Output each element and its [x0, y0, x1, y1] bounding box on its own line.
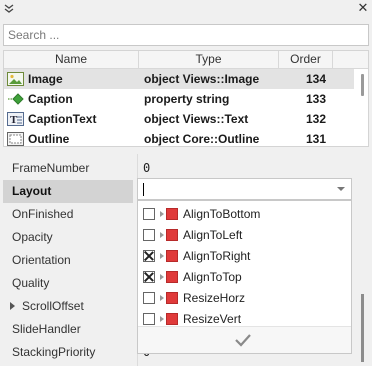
property-name: OnFinished [12, 207, 74, 221]
checkbox[interactable] [143, 250, 155, 262]
image-icon [7, 72, 24, 86]
row-type: object Views::Text [144, 112, 249, 126]
property-icon [8, 93, 24, 105]
flag-icon [166, 229, 178, 241]
table-row[interactable]: T CaptionText object Views::Text 132 [4, 109, 354, 129]
panel-toolbar: ✕ [0, 0, 372, 22]
search-field[interactable] [3, 24, 369, 46]
property-name: Quality [12, 276, 50, 290]
grid-header: Name Type Order [4, 51, 368, 69]
item-label: ResizeHorz [183, 291, 246, 305]
checkbox[interactable] [143, 313, 155, 325]
grid-scrollbar[interactable] [360, 70, 368, 146]
property-name: StackingPriority [12, 345, 96, 359]
collapse-icon[interactable] [3, 3, 15, 17]
flag-icon [166, 250, 178, 262]
outline-icon [7, 132, 24, 146]
layout-value-input[interactable] [138, 179, 323, 199]
search-input[interactable] [4, 25, 368, 45]
list-item[interactable]: AlignToLeft [138, 225, 351, 246]
row-name: Image [28, 72, 63, 86]
expand-arrow-icon [160, 253, 164, 259]
flag-icon [166, 271, 178, 283]
table-row[interactable]: Image object Views::Image 134 [4, 69, 354, 89]
checkbox[interactable] [143, 271, 155, 283]
column-header-name[interactable]: Name [4, 51, 139, 68]
property-name: FrameNumber [12, 161, 90, 175]
expand-arrow-icon[interactable] [10, 302, 15, 310]
row-name: Outline [28, 132, 70, 146]
confirm-button[interactable] [138, 326, 351, 353]
table-row[interactable]: Outline object Core::Outline 131 [4, 129, 354, 146]
item-label: AlignToLeft [183, 228, 243, 242]
property-name: Layout [12, 184, 52, 198]
property-name: ScrollOffset [22, 299, 84, 313]
layout-flags-dropdown: AlignToBottom AlignToLeft AlignToRight A… [137, 200, 352, 354]
row-type: property string [144, 92, 230, 106]
item-label: AlignToTop [183, 270, 242, 284]
item-label: AlignToBottom [183, 207, 261, 221]
list-item[interactable]: AlignToRight [138, 246, 351, 267]
grid-scrollbar-thumb[interactable] [361, 74, 364, 96]
list-item[interactable]: ResizeHorz [138, 288, 351, 309]
expand-arrow-icon [160, 232, 164, 238]
close-icon[interactable]: ✕ [357, 1, 369, 14]
expand-arrow-icon [160, 295, 164, 301]
row-order: 133 [305, 92, 326, 106]
list-item[interactable]: AlignToTop [138, 267, 351, 288]
row-order: 134 [305, 72, 326, 86]
checkbox[interactable] [143, 208, 155, 220]
row-name: CaptionText [28, 112, 97, 126]
layout-editor[interactable] [137, 178, 352, 200]
row-type: object Views::Image [144, 72, 260, 86]
property-name: Orientation [12, 253, 71, 267]
row-type: object Core::Outline [144, 132, 260, 146]
property-name: SlideHandler [12, 322, 81, 336]
property-value: 0 [143, 161, 151, 175]
grid-body: Image object Views::Image 134 Caption pr… [4, 69, 354, 146]
column-header-type[interactable]: Type [139, 51, 279, 68]
checkbox[interactable] [143, 229, 155, 241]
table-row[interactable]: Caption property string 133 [4, 89, 354, 109]
checkbox[interactable] [143, 292, 155, 304]
item-label: AlignToRight [183, 249, 251, 263]
property-name: Opacity [12, 230, 53, 244]
expand-arrow-icon [160, 211, 164, 217]
expand-arrow-icon [160, 274, 164, 280]
svg-text:T: T [10, 114, 18, 126]
checkmark-icon [235, 334, 251, 347]
flag-icon [166, 208, 178, 220]
text-caret [143, 183, 144, 196]
expand-arrow-icon [160, 316, 164, 322]
members-grid: Name Type Order Image object Views::Imag… [3, 50, 369, 147]
flag-icon [166, 313, 178, 325]
column-header-order[interactable]: Order [279, 51, 333, 68]
row-order: 131 [305, 132, 326, 146]
flag-icon [166, 292, 178, 304]
property-row-framenumber[interactable]: FrameNumber 0 [0, 157, 350, 180]
chevron-down-icon[interactable] [337, 187, 345, 191]
row-order: 132 [305, 112, 326, 126]
text-icon: T [7, 112, 24, 126]
list-item[interactable]: AlignToBottom [138, 204, 351, 225]
row-name: Caption [28, 92, 73, 106]
property-scrollbar-thumb[interactable] [361, 294, 364, 362]
